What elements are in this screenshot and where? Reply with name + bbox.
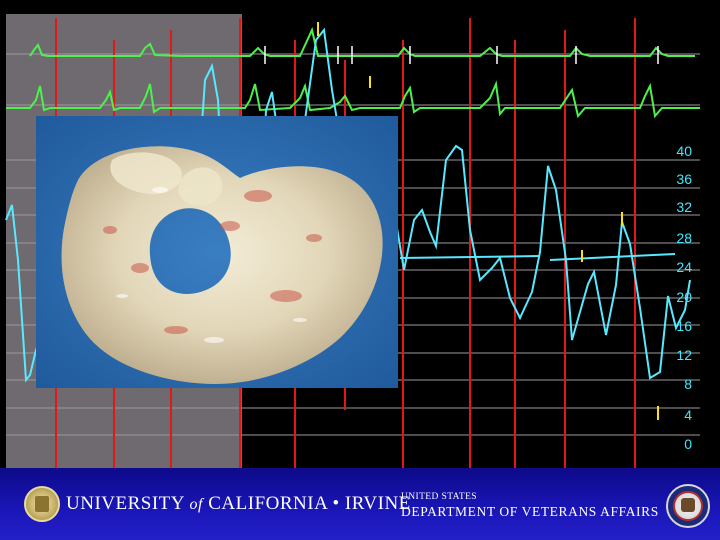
scale-label: 20 — [676, 289, 692, 305]
va-line2: DEPARTMENT OF VETERANS AFFAIRS — [401, 504, 659, 519]
scale-label: 32 — [676, 199, 692, 215]
scale-label: 12 — [676, 347, 692, 363]
uci-name-part2: CALIFORNIA • IRVINE — [208, 493, 411, 514]
va-line1: UNITED STATES — [401, 492, 477, 502]
scale-label: 40 — [676, 143, 692, 159]
scale-label: 16 — [676, 318, 692, 334]
uci-name: UNIVERSITY of CALIFORNIA • IRVINE — [66, 493, 411, 515]
specimen-photo — [36, 116, 398, 388]
scale-label: 28 — [676, 230, 692, 246]
scale-label: 4 — [684, 407, 692, 423]
monitor-tracing-display: 40 36 32 28 24 20 16 12 8 4 0 — [0, 0, 720, 468]
uci-name-of: of — [189, 496, 203, 513]
scale-label: 0 — [684, 436, 692, 452]
uci-seal-icon — [24, 486, 60, 522]
va-seal-icon — [666, 484, 710, 528]
scale-label: 24 — [676, 259, 692, 275]
scale-label: 8 — [684, 376, 692, 392]
scale-label: 36 — [676, 171, 692, 187]
uci-name-part1: UNIVERSITY — [66, 493, 185, 514]
